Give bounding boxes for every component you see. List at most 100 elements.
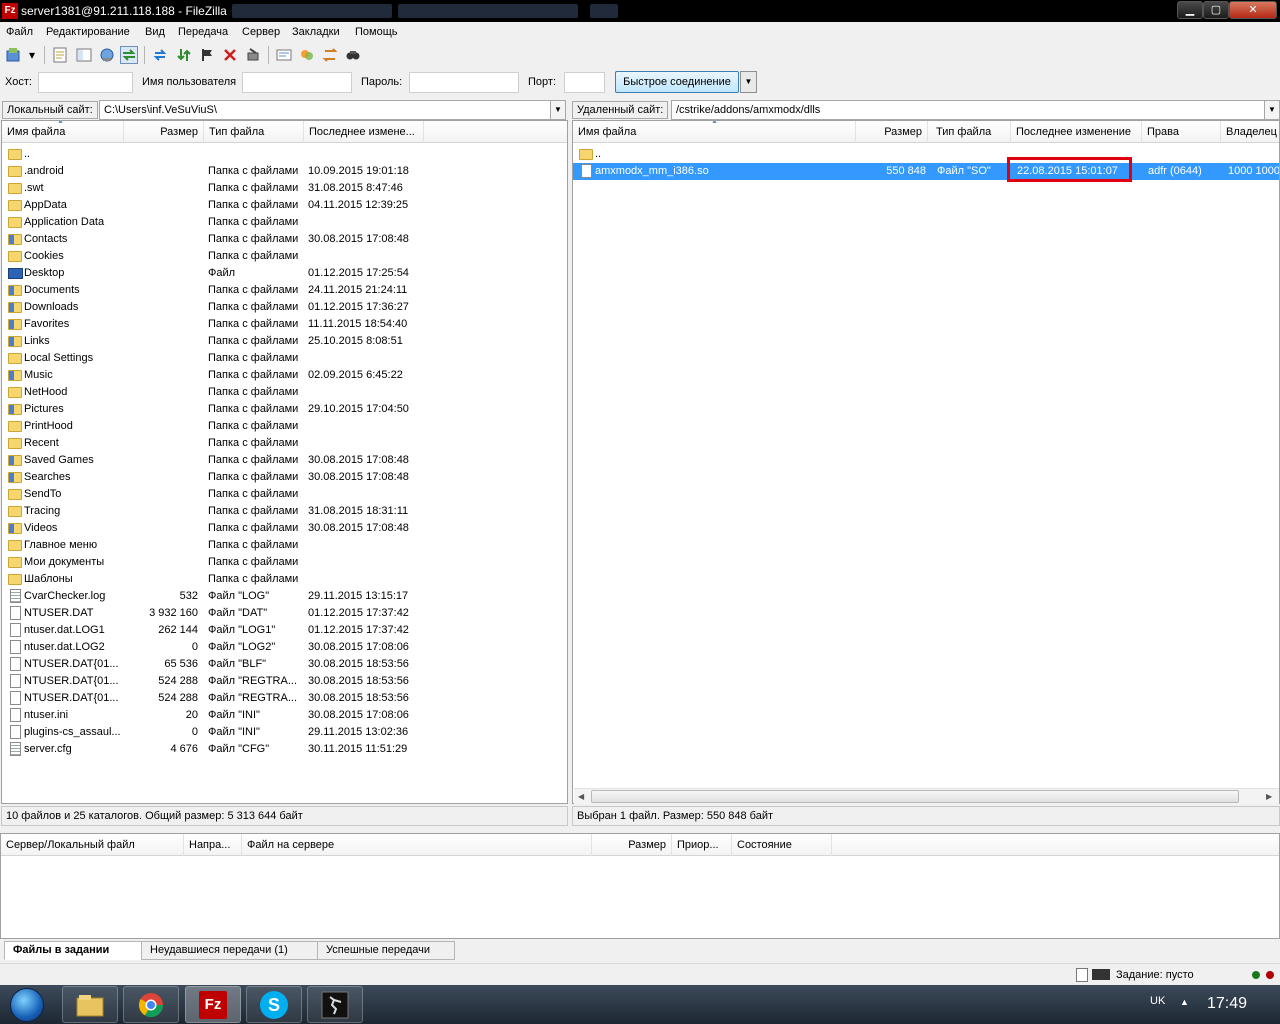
queue-col-size[interactable]: Размер <box>592 834 672 856</box>
local-file-row[interactable]: .android Папка с файлами 10.09.2015 19:01:… <box>2 163 567 180</box>
taskbar-chrome[interactable] <box>123 986 179 1023</box>
menu-transfer[interactable]: Передача <box>178 26 228 38</box>
remote-col-owner[interactable]: Владелец <box>1221 121 1279 143</box>
local-file-row[interactable]: Searches Папка с файлами 30.08.2015 17:08:… <box>2 469 567 486</box>
search-files-icon[interactable] <box>344 46 362 64</box>
maximize-button[interactable]: ▢ <box>1203 1 1229 19</box>
background-window-tab[interactable] <box>232 4 392 18</box>
remote-file-row[interactable]: amxmodx_mm_i386.so 550 848 Файл "SO" 22.08.… <box>573 163 1279 180</box>
menu-help[interactable]: Помощь <box>355 26 398 38</box>
taskbar-counter-strike[interactable] <box>307 986 363 1023</box>
queue-col-priority[interactable]: Приор... <box>672 834 732 856</box>
remote-path-dropdown[interactable]: ▼ <box>1264 100 1280 120</box>
directory-comparison-icon[interactable] <box>298 46 316 64</box>
directory-listing-filters-icon[interactable] <box>275 46 293 64</box>
queue-col-local[interactable]: Сервер/Локальный файл <box>1 834 184 856</box>
transfer-queue[interactable]: Сервер/Локальный файл Напра... Файл на с… <box>0 833 1280 939</box>
menu-view[interactable]: Вид <box>145 26 165 38</box>
taskbar-clock[interactable]: 17:49 <box>1207 995 1247 1013</box>
local-file-row[interactable]: Videos Папка с файлами 30.08.2015 17:08:48 <box>2 520 567 537</box>
local-file-row[interactable]: Desktop Файл 01.12.2015 17:25:54 <box>2 265 567 282</box>
message-log-icon[interactable] <box>51 46 69 64</box>
taskbar-filezilla[interactable]: Fz <box>185 986 241 1023</box>
port-input[interactable] <box>564 72 605 93</box>
remote-col-modified[interactable]: Последнее изменение <box>1011 121 1142 143</box>
local-col-modified[interactable]: Последнее измене... <box>304 121 424 143</box>
cancel-operation-icon[interactable] <box>198 46 216 64</box>
local-file-row[interactable]: PrintHood Папка с файлами <box>2 418 567 435</box>
remote-col-size[interactable]: Размер <box>856 121 928 143</box>
local-file-row[interactable]: NetHood Папка с файлами <box>2 384 567 401</box>
window-titlebar[interactable]: Fz server1381@91.211.118.188 - FileZilla… <box>0 0 1280 22</box>
host-input[interactable] <box>38 72 133 93</box>
local-col-type[interactable]: Тип файла <box>204 121 304 143</box>
close-button[interactable]: ✕ <box>1229 1 1277 19</box>
tab-queued-files[interactable]: Файлы в задании <box>4 941 142 960</box>
scroll-left-icon[interactable]: ◀ <box>578 792 584 801</box>
local-file-list[interactable]: Имя файла ▲ Размер Тип файла Последнее и… <box>1 120 568 804</box>
local-file-row[interactable]: Шаблоны Папка с файлами <box>2 571 567 588</box>
local-file-row[interactable]: Links Папка с файлами 25.10.2015 8:08:51 <box>2 333 567 350</box>
local-file-row[interactable]: Music Папка с файлами 02.09.2015 6:45:22 <box>2 367 567 384</box>
queue-col-direction[interactable]: Напра... <box>184 834 242 856</box>
menu-server[interactable]: Сервер <box>242 26 280 38</box>
local-file-row[interactable]: Cookies Папка с файлами <box>2 248 567 265</box>
local-file-row[interactable]: Главное меню Папка с файлами <box>2 537 567 554</box>
menu-file[interactable]: Файл <box>6 26 33 38</box>
local-file-row[interactable]: Downloads Папка с файлами 01.12.2015 17:36… <box>2 299 567 316</box>
local-file-row[interactable]: .. <box>2 146 567 163</box>
background-window-tab[interactable] <box>398 4 578 18</box>
local-file-row[interactable]: NTUSER.DAT{01... 65 536 Файл "BLF" 30.08.20… <box>2 656 567 673</box>
local-file-row[interactable]: .swt Папка с файлами 31.08.2015 8:47:46 <box>2 180 567 197</box>
local-file-row[interactable]: NTUSER.DAT{01... 524 288 Файл "REGTRA... 30… <box>2 673 567 690</box>
local-file-row[interactable]: Мои документы Папка с файлами <box>2 554 567 571</box>
background-window-tab[interactable] <box>590 4 618 18</box>
queue-col-status[interactable]: Состояние <box>732 834 832 856</box>
local-file-row[interactable]: Documents Папка с файлами 24.11.2015 21:24… <box>2 282 567 299</box>
username-input[interactable] <box>242 72 352 93</box>
local-file-row[interactable]: ntuser.dat.LOG2 0 Файл "LOG2" 30.08.2015 17… <box>2 639 567 656</box>
site-manager-dropdown-icon[interactable]: ▾ <box>26 46 38 64</box>
local-file-row[interactable]: Local Settings Папка с файлами <box>2 350 567 367</box>
local-file-row[interactable]: ntuser.dat.LOG1 262 144 Файл "LOG1" 01.12.2… <box>2 622 567 639</box>
taskbar-skype[interactable]: S <box>246 986 302 1023</box>
start-button[interactable] <box>3 985 51 1024</box>
remote-file-row[interactable]: .. <box>573 146 1279 163</box>
disconnect-icon[interactable] <box>221 46 239 64</box>
quickconnect-dropdown[interactable]: ▼ <box>740 71 757 93</box>
reconnect-icon[interactable] <box>244 46 262 64</box>
minimize-button[interactable]: ▁ <box>1177 1 1203 19</box>
remote-col-type[interactable]: Тип файла <box>931 121 1011 143</box>
remote-col-permissions[interactable]: Права <box>1142 121 1221 143</box>
remote-path-input[interactable]: /cstrike/addons/amxmodx/dlls <box>671 100 1265 120</box>
local-file-row[interactable]: Application Data Папка с файлами <box>2 214 567 231</box>
local-path-input[interactable]: C:\Users\inf.VeSuViuS\ <box>99 100 551 120</box>
local-file-row[interactable]: SendTo Папка с файлами <box>2 486 567 503</box>
local-path-dropdown[interactable]: ▼ <box>550 100 566 120</box>
tab-failed-transfers[interactable]: Неудавшиеся передачи (1) <box>141 941 318 960</box>
local-file-row[interactable]: Pictures Папка с файлами 29.10.2015 17:04:… <box>2 401 567 418</box>
tab-successful-transfers[interactable]: Успешные передачи <box>317 941 455 960</box>
password-input[interactable] <box>409 72 519 93</box>
local-tree-icon[interactable] <box>75 46 93 64</box>
remote-file-list[interactable]: Имя файла ▲ Размер Тип файла Последнее и… <box>572 120 1280 804</box>
show-hidden-icons-icon[interactable]: ▲ <box>1180 997 1189 1007</box>
local-file-row[interactable]: Contacts Папка с файлами 30.08.2015 17:08:… <box>2 231 567 248</box>
local-file-row[interactable]: Recent Папка с файлами <box>2 435 567 452</box>
process-queue-icon[interactable] <box>175 46 193 64</box>
synchronized-browsing-icon[interactable] <box>321 46 339 64</box>
refresh-icon[interactable] <box>151 46 169 64</box>
remote-tree-icon[interactable] <box>98 46 116 64</box>
local-file-row[interactable]: Saved Games Папка с файлами 30.08.2015 17:… <box>2 452 567 469</box>
local-file-row[interactable]: server.cfg 4 676 Файл "CFG" 30.11.2015 11:5… <box>2 741 567 758</box>
taskbar-explorer[interactable] <box>62 986 118 1023</box>
menu-edit[interactable]: Редактирование <box>46 26 130 38</box>
local-col-size[interactable]: Размер <box>124 121 204 143</box>
scrollbar-thumb[interactable] <box>591 790 1239 803</box>
local-file-row[interactable]: Tracing Папка с файлами 31.08.2015 18:31:1… <box>2 503 567 520</box>
scroll-right-icon[interactable]: ▶ <box>1266 792 1272 801</box>
remote-horizontal-scrollbar[interactable]: ◀ ▶ <box>574 788 1279 804</box>
local-file-row[interactable]: AppData Папка с файлами 04.11.2015 12:39:2… <box>2 197 567 214</box>
local-file-row[interactable]: plugins-cs_assaul... 0 Файл "INI" 29.11.201… <box>2 724 567 741</box>
local-file-row[interactable]: ntuser.ini 20 Файл "INI" 30.08.2015 17:08:0… <box>2 707 567 724</box>
